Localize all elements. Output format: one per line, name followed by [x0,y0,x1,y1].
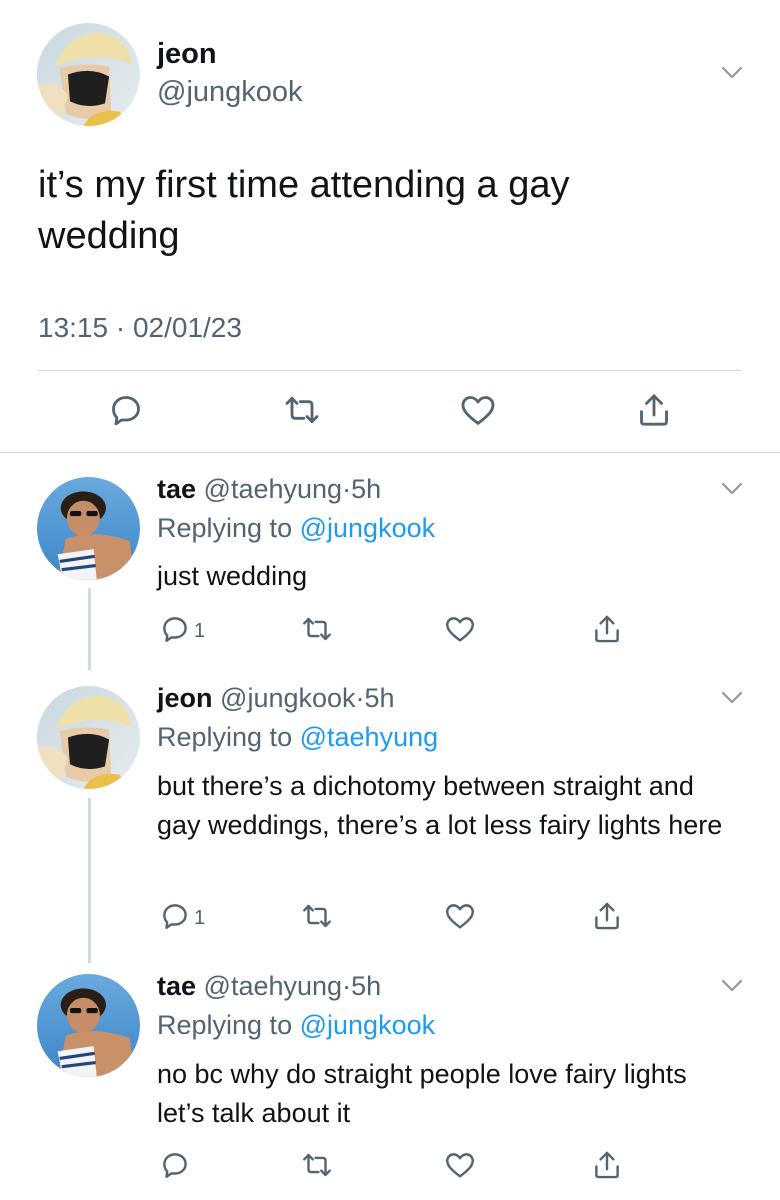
reply-header: tae @taehyung·5h [157,474,381,505]
reply-text: just wedding [157,561,308,591]
share-icon[interactable] [590,1148,624,1182]
share-icon[interactable] [590,612,624,646]
reply-display-name[interactable]: jeon [157,683,213,713]
reply-age[interactable]: 5h [365,683,395,713]
avatar-photo-icon [37,974,140,1077]
replying-to-line: Replying to @taehyung [157,722,438,753]
thread-connector [88,798,91,963]
share-icon[interactable] [590,899,624,933]
main-tweet-display-name[interactable]: jeon [157,38,217,71]
replying-to-line: Replying to @jungkook [157,513,435,544]
chevron-down-icon[interactable] [721,482,743,496]
like-heart-icon[interactable] [443,1148,477,1182]
replying-to-label: Replying to [157,513,293,543]
chevron-down-icon[interactable] [721,691,743,705]
reply-age[interactable]: 5h [351,971,381,1001]
replying-to-line: Replying to @jungkook [157,1010,435,1041]
reply-count: 1 [194,620,206,642]
reply-text: no bc why do straight people love fairy … [157,1059,687,1128]
retweet-icon[interactable] [300,899,334,933]
reply-icon[interactable] [158,1148,192,1182]
reply-handle[interactable]: @taehyung [204,474,343,504]
chevron-down-icon[interactable] [721,979,743,993]
thread-connector [88,588,91,670]
reply-separator: · [342,971,352,1001]
avatar-photo-icon [37,686,140,789]
retweet-icon[interactable] [300,1148,334,1182]
avatar-photo-icon [37,477,140,580]
chevron-down-icon[interactable] [721,66,743,80]
like-heart-icon[interactable] [443,899,477,933]
main-tweet-divider [38,370,742,371]
replying-to-label: Replying to [157,1010,293,1040]
share-icon[interactable] [634,390,674,430]
avatar-photo-icon [37,23,140,126]
main-tweet-handle[interactable]: @jungkook [157,76,303,109]
reply-icon[interactable] [158,899,192,933]
reply-avatar-tae[interactable] [37,477,140,580]
reply-text: but there’s a dichotomy between straight… [157,771,723,840]
reply-display-name[interactable]: tae [157,474,196,504]
reply-header: tae @taehyung·5h [157,971,381,1002]
reply-icon[interactable] [106,390,146,430]
reply-handle[interactable]: @taehyung [204,971,343,1001]
reply-display-name[interactable]: tae [157,971,196,1001]
main-tweet-avatar[interactable] [37,23,140,126]
like-heart-icon[interactable] [443,612,477,646]
retweet-icon[interactable] [282,390,322,430]
main-tweet-text: it’s my first time attending a gay weddi… [38,164,570,257]
like-heart-icon[interactable] [458,390,498,430]
reply-age[interactable]: 5h [351,474,381,504]
reply-separator: · [342,474,352,504]
main-tweet-timestamp[interactable]: 13:15 · 02/01/23 [38,312,242,344]
reply-icon[interactable] [158,612,192,646]
reply-header: jeon @jungkook·5h [157,683,395,714]
reply-avatar-tae[interactable] [37,974,140,1077]
replying-to-mention[interactable]: @jungkook [300,513,436,543]
replying-to-mention[interactable]: @jungkook [300,1010,436,1040]
reply-handle[interactable]: @jungkook [220,683,356,713]
reply-separator: · [355,683,365,713]
replying-to-mention[interactable]: @taehyung [300,722,439,752]
reply-avatar-jeon[interactable] [37,686,140,789]
reply-count: 1 [194,907,206,929]
replying-to-label: Replying to [157,722,293,752]
section-divider [0,452,780,453]
retweet-icon[interactable] [300,612,334,646]
